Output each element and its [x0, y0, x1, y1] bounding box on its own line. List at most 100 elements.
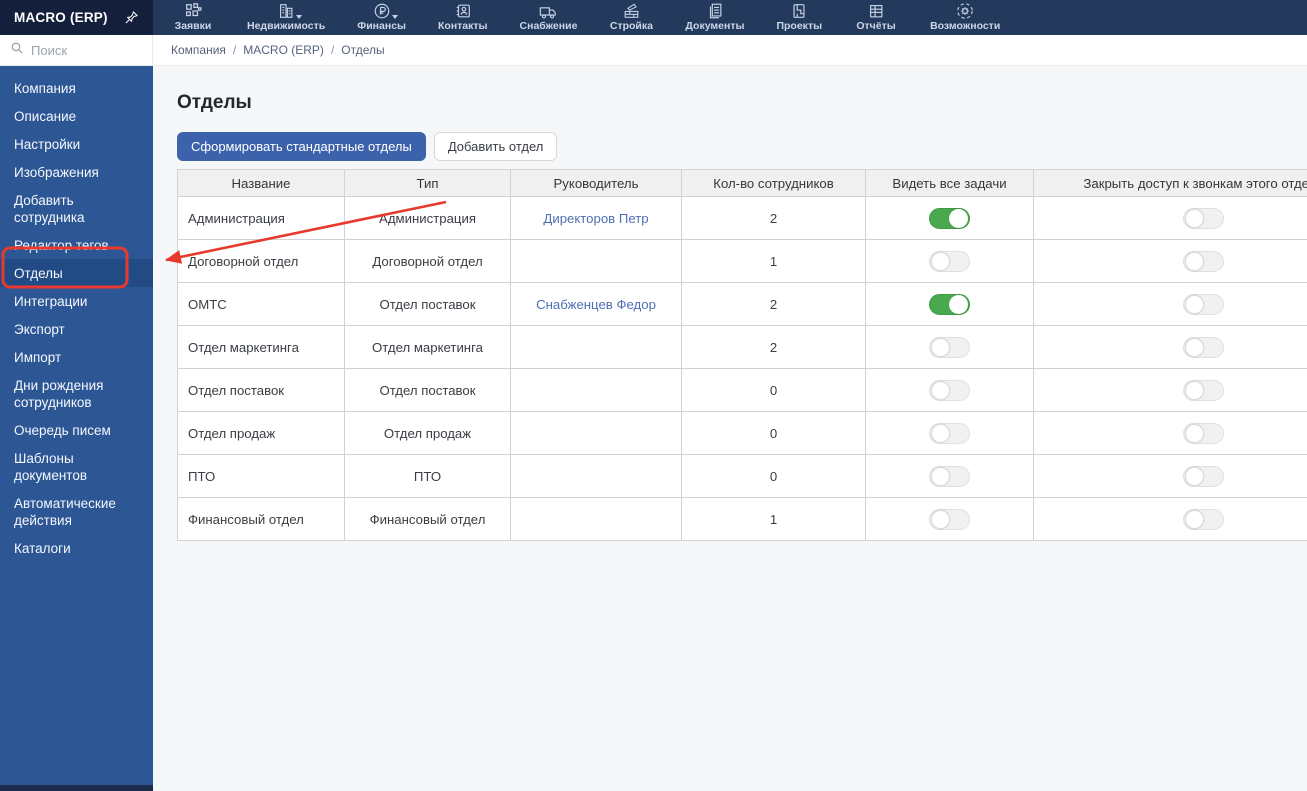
- departments-table: Название Тип Руководитель Кол-во сотруднико…: [177, 169, 1307, 541]
- see-all-tasks-cell: [865, 325, 1034, 369]
- close-calls-access-toggle[interactable]: [1183, 336, 1224, 358]
- nav-item-projects[interactable]: Проекты: [776, 2, 822, 32]
- sidebar-item-settings[interactable]: Настройки: [0, 130, 153, 158]
- nav-item-supply[interactable]: Снабжение: [520, 2, 577, 32]
- toolbar: Сформировать стандартные отделы Добавить…: [177, 132, 1307, 161]
- manager-cell: Директоров Петр: [510, 196, 682, 240]
- nav-item-label: Документы: [685, 20, 745, 32]
- sidebar-item-mail-queue[interactable]: Очередь писем: [0, 416, 153, 444]
- close-calls-cell: [1033, 411, 1307, 455]
- nav-item-realty[interactable]: Недвижимость: [247, 2, 325, 32]
- see-all-tasks-toggle[interactable]: [929, 422, 970, 444]
- sidebar-item-images[interactable]: Изображения: [0, 158, 153, 186]
- sidebar-item-description[interactable]: Описание: [0, 102, 153, 130]
- department-name-cell: Отдел продаж: [177, 411, 345, 455]
- sidebar-item-export[interactable]: Экспорт: [0, 315, 153, 343]
- sidebar-item-birthdays[interactable]: Дни рождения сотрудников: [0, 371, 153, 416]
- manager-cell: [510, 368, 682, 412]
- contact-card-icon: [454, 2, 472, 19]
- nav-item-finance[interactable]: Финансы: [357, 2, 406, 32]
- nav-item-label: Отчёты: [856, 20, 896, 32]
- sidebar-item-integrations[interactable]: Интеграции: [0, 287, 153, 315]
- nav-item-reports[interactable]: Отчёты: [854, 2, 898, 32]
- toggle-knob: [1185, 209, 1204, 228]
- close-calls-cell: [1033, 497, 1307, 541]
- department-name-cell: Финансовый отдел: [177, 497, 345, 541]
- close-calls-cell: [1033, 454, 1307, 498]
- generate-standard-departments-button[interactable]: Сформировать стандартные отделы: [177, 132, 426, 161]
- close-calls-access-toggle[interactable]: [1183, 293, 1224, 315]
- see-all-tasks-toggle[interactable]: [929, 465, 970, 487]
- department-type-cell: Администрация: [344, 196, 511, 240]
- see-all-tasks-toggle[interactable]: [929, 336, 970, 358]
- nav-item-documents[interactable]: Документы: [685, 2, 744, 32]
- see-all-tasks-cell: [865, 368, 1034, 412]
- employee-count-cell: 0: [681, 368, 866, 412]
- toggle-knob: [931, 467, 950, 486]
- department-type-cell: Отдел поставок: [344, 282, 511, 326]
- see-all-tasks-toggle[interactable]: [929, 250, 970, 272]
- table-row: Финансовый отдел Финансовый отдел 1: [177, 497, 1307, 541]
- sidebar-footer-strip: [0, 785, 153, 791]
- sidebar-item-doc-templates[interactable]: Шаблоны документов: [0, 444, 153, 489]
- nav-item-requests[interactable]: Заявки: [171, 2, 215, 32]
- manager-cell: [510, 411, 682, 455]
- column-header: Видеть все задачи: [865, 169, 1034, 197]
- apps-grid-icon: [184, 2, 202, 19]
- close-calls-access-toggle[interactable]: [1183, 465, 1224, 487]
- close-calls-access-toggle[interactable]: [1183, 379, 1224, 401]
- breadcrumb: Компания / MACRO (ERP) / Отделы: [153, 35, 385, 65]
- nav-item-contacts[interactable]: Контакты: [438, 2, 488, 32]
- manager-link[interactable]: Снабженцев Федор: [536, 297, 656, 312]
- see-all-tasks-toggle[interactable]: [929, 293, 970, 315]
- manager-link[interactable]: Директоров Петр: [543, 211, 648, 226]
- toggle-knob: [1185, 467, 1204, 486]
- add-department-button[interactable]: Добавить отдел: [433, 132, 558, 161]
- main-nav: Заявки Недвижимость Финансы Контакты Снабжен…: [153, 0, 1000, 35]
- see-all-tasks-toggle[interactable]: [929, 508, 970, 530]
- nav-item-label: Финансы: [357, 20, 406, 32]
- top-navigation-bar: MACRO (ERP) Заявки Недвижимость Финансы Кон…: [0, 0, 1307, 35]
- toggle-knob: [1185, 338, 1204, 357]
- toggle-knob: [931, 338, 950, 357]
- see-all-tasks-toggle[interactable]: [929, 207, 970, 229]
- close-calls-access-toggle[interactable]: [1183, 508, 1224, 530]
- close-calls-cell: [1033, 368, 1307, 412]
- close-calls-access-toggle[interactable]: [1183, 207, 1224, 229]
- see-all-tasks-toggle[interactable]: [929, 379, 970, 401]
- sidebar-item-add-employee[interactable]: Добавить сотрудника: [0, 186, 153, 231]
- blueprint-icon: [790, 2, 808, 19]
- bricks-trowel-icon: [622, 2, 641, 19]
- search-box[interactable]: [0, 35, 153, 65]
- sidebar-item-auto-actions[interactable]: Автоматические действия: [0, 489, 153, 534]
- sidebar-item-company[interactable]: Компания: [0, 74, 153, 102]
- breadcrumb-item[interactable]: MACRO (ERP): [243, 43, 324, 57]
- sidebar: Компания Описание Настройки Изображения Доба…: [0, 66, 153, 785]
- manager-cell: Снабженцев Федор: [510, 282, 682, 326]
- department-type-cell: Договорной отдел: [344, 239, 511, 283]
- page-title: Отделы: [177, 92, 252, 113]
- department-name-cell: Администрация: [177, 196, 345, 240]
- sidebar-item-catalogs[interactable]: Каталоги: [0, 534, 153, 562]
- department-type-cell: Отдел продаж: [344, 411, 511, 455]
- search-icon: [10, 41, 24, 60]
- search-input[interactable]: [31, 42, 131, 58]
- department-type-cell: Отдел маркетинга: [344, 325, 511, 369]
- main-content: Отделы Сформировать стандартные отделы Д…: [153, 66, 1307, 791]
- app-logo-text: MACRO (ERP): [14, 10, 108, 25]
- breadcrumb-item[interactable]: Компания: [171, 43, 226, 57]
- close-calls-access-toggle[interactable]: [1183, 250, 1224, 272]
- table-header-row: Название Тип Руководитель Кол-во сотруднико…: [177, 169, 1307, 197]
- see-all-tasks-cell: [865, 454, 1034, 498]
- see-all-tasks-cell: [865, 282, 1034, 326]
- toggle-knob: [1185, 252, 1204, 271]
- nav-item-construction[interactable]: Стройка: [609, 2, 653, 32]
- sub-bar: Компания / MACRO (ERP) / Отделы: [0, 35, 1307, 66]
- pin-icon[interactable]: [124, 10, 139, 25]
- close-calls-access-toggle[interactable]: [1183, 422, 1224, 444]
- breadcrumb-separator: /: [232, 43, 237, 57]
- sidebar-item-tag-editor[interactable]: Редактор тегов: [0, 231, 153, 259]
- sidebar-item-import[interactable]: Импорт: [0, 343, 153, 371]
- nav-item-features[interactable]: Возможности: [930, 2, 1000, 32]
- sidebar-item-departments[interactable]: Отделы: [0, 259, 153, 287]
